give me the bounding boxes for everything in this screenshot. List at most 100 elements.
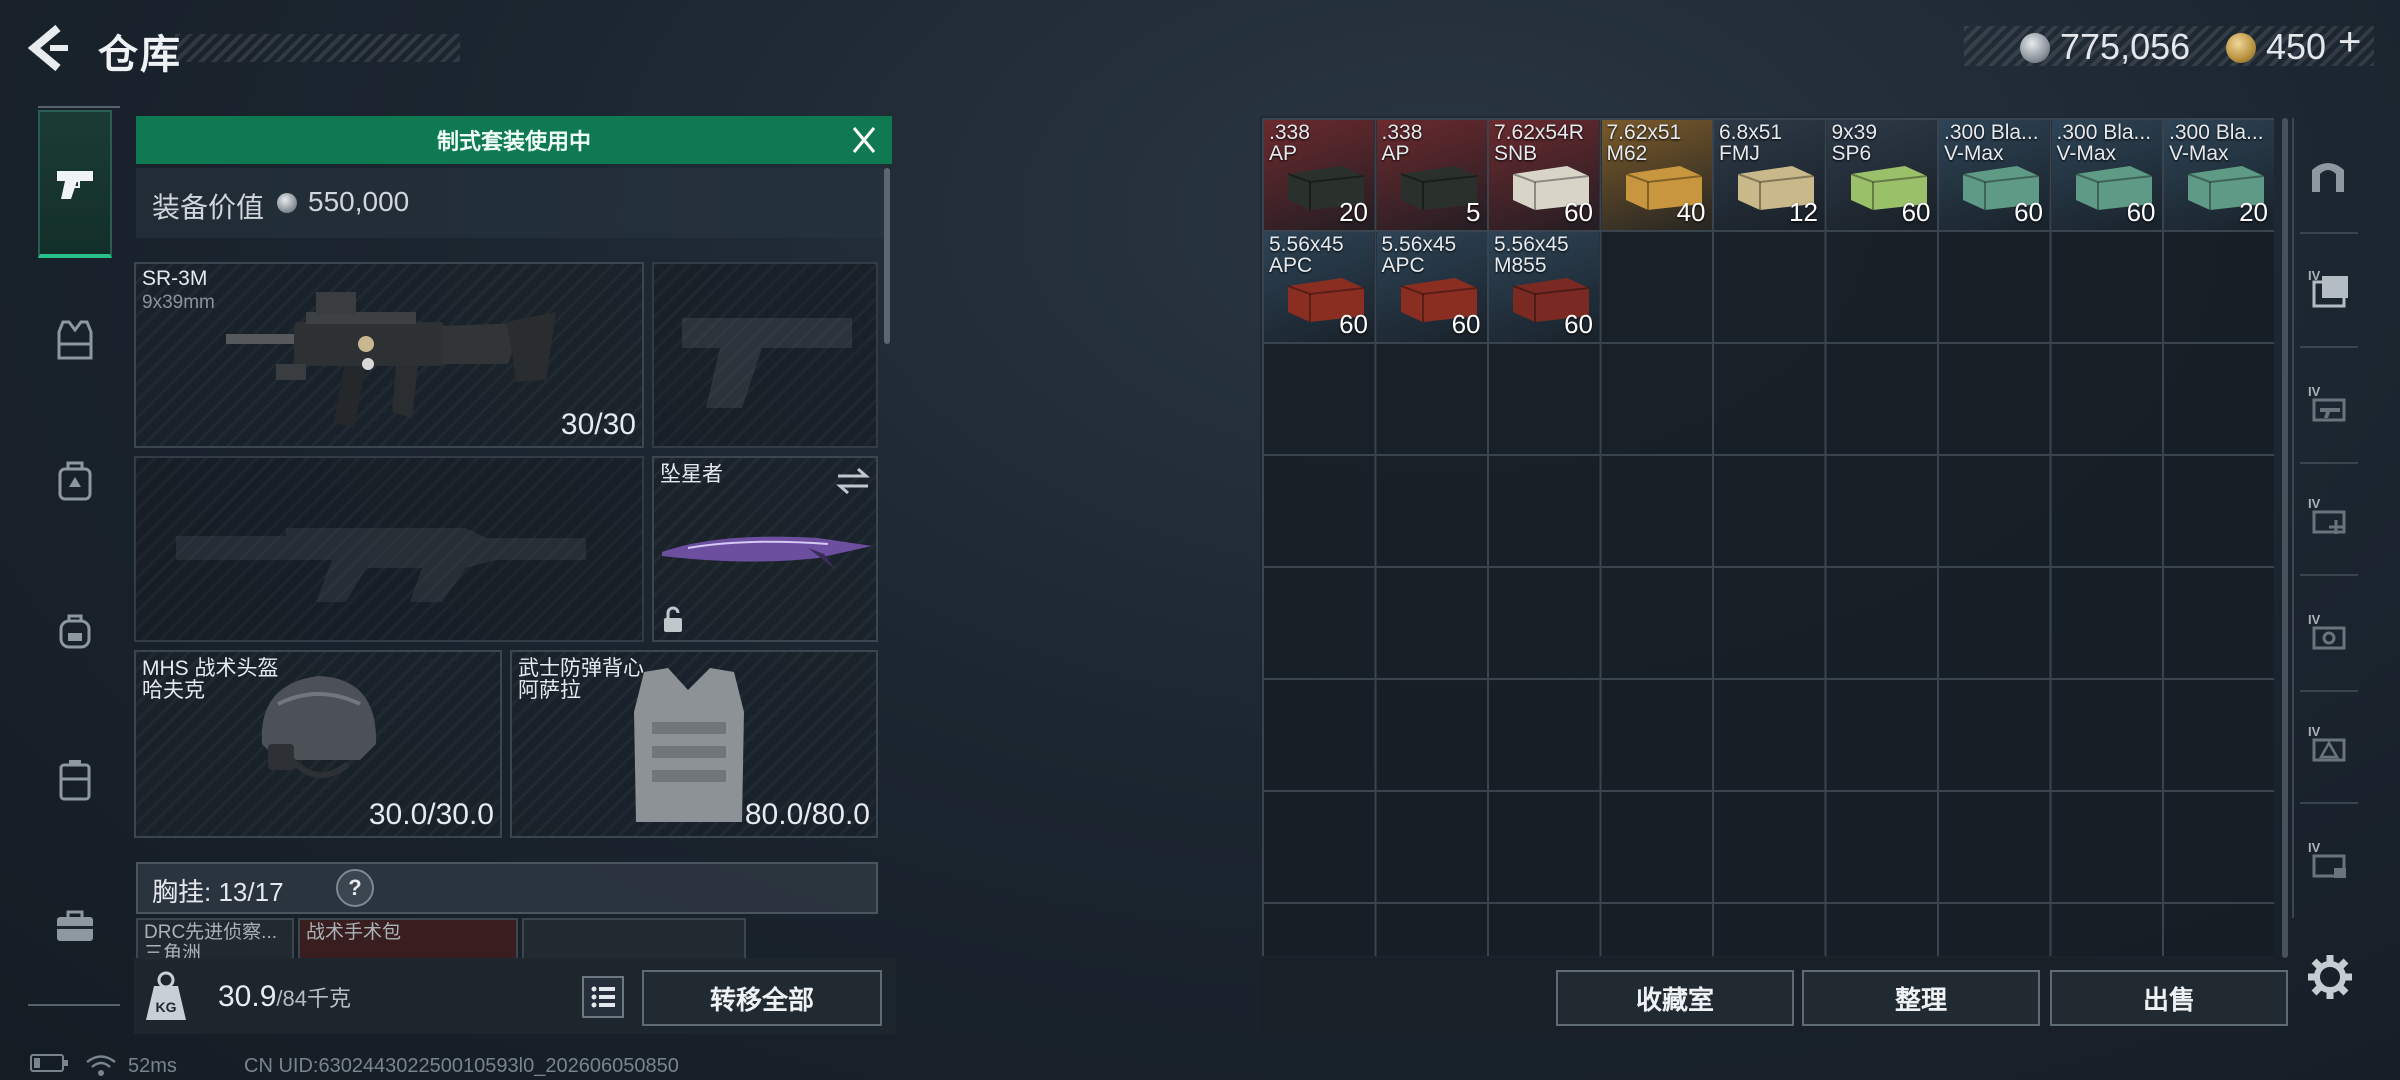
container-icon: [59, 760, 91, 801]
helmet-durability: 30.0/30.0: [368, 798, 494, 831]
storage-item[interactable]: 9x39 SP6 60: [1826, 120, 1937, 230]
armor-durability: 80.0/80.0: [744, 798, 870, 831]
weight-icon: KG: [140, 968, 192, 1024]
right-nav-arch[interactable]: [2296, 136, 2364, 216]
nav-toolbox[interactable]: [38, 866, 112, 986]
storage-item[interactable]: .338 AP 20: [1264, 120, 1374, 230]
item-count: 60: [2014, 197, 2043, 227]
item-name: 5.56x45 M855: [1494, 234, 1569, 276]
item-caliber: 5.56x45: [1269, 233, 1344, 256]
collection-room-button[interactable]: 收藏室: [1556, 970, 1794, 1026]
storage-item[interactable]: 6.8x51 FMJ 12: [1714, 120, 1824, 230]
right-nav-storage-2[interactable]: IV: [2296, 366, 2364, 446]
right-nav-divider: [2300, 462, 2358, 464]
weight-display: 30.9/84千克: [218, 980, 351, 1014]
arch-icon: [2312, 163, 2344, 192]
pouch-item[interactable]: DRC先进侦察... 三角洲: [136, 918, 294, 960]
right-nav-storage-5[interactable]: IV: [2296, 706, 2364, 786]
preset-banner-text: 制式套装使用中: [436, 129, 591, 154]
rifle-silhouette-icon: [176, 528, 586, 602]
silver-coin-icon: [2020, 33, 2050, 63]
helmet-icon: [261, 676, 377, 779]
storage-item[interactable]: .300 Bla... V-Max 20: [2164, 120, 2274, 230]
user-uid: CN UID:630244302250010593l0_202606050850: [244, 1055, 679, 1077]
primary-weapon-slot[interactable]: SR-3M 9x39mm 30/30: [134, 262, 644, 448]
settings-button[interactable]: [2305, 952, 2355, 1002]
body-armor-icon: [634, 668, 744, 822]
item-count: 20: [1339, 197, 1368, 227]
close-icon: [852, 127, 876, 153]
weapon-ammo: 30/30: [560, 408, 636, 441]
item-type: FMJ: [1719, 142, 1760, 165]
nav-weapon[interactable]: [38, 110, 112, 258]
storage-item[interactable]: .338 AP 5: [1376, 120, 1487, 230]
nav-rig[interactable]: [38, 420, 112, 540]
item-type: V-Max: [1944, 142, 2004, 165]
item-count: 60: [2126, 197, 2156, 227]
nav-case[interactable]: [38, 720, 112, 840]
toolbox-icon: [57, 910, 93, 941]
sidearm-slot[interactable]: [652, 262, 878, 448]
melee-slot[interactable]: 坠星者: [652, 456, 878, 642]
crate-gun-icon: IV: [2308, 384, 2346, 422]
chest-rig-label: 胸挂: 13/17: [152, 872, 284, 909]
pouch-item[interactable]: 战术手术包: [298, 918, 518, 960]
right-nav-storage-1[interactable]: IV: [2296, 250, 2364, 330]
right-nav-storage-6[interactable]: IV: [2296, 822, 2364, 902]
swap-icon[interactable]: [836, 466, 870, 496]
item-type: SP6: [1831, 142, 1872, 165]
pouch-item-empty[interactable]: [522, 918, 746, 960]
weight-max: /84千克: [276, 986, 351, 1011]
preset-banner: 制式套装使用中: [136, 116, 892, 164]
sell-button[interactable]: 出售: [2050, 970, 2288, 1026]
transfer-all-button[interactable]: 转移全部: [642, 970, 882, 1026]
svg-text:IV: IV: [2308, 724, 2321, 739]
storage-item[interactable]: 5.56x45 M855 60: [1489, 232, 1599, 342]
page-title: 仓库: [98, 33, 182, 77]
loadout-scrollbar[interactable]: [884, 168, 890, 344]
item-type: APC: [1381, 254, 1425, 277]
right-nav-divider: [2300, 690, 2358, 692]
currency-secondary: 450: [2266, 26, 2327, 67]
item-type: SNB: [1494, 142, 1538, 165]
secondary-weapon-slot[interactable]: [134, 456, 644, 642]
storage-item[interactable]: 5.56x45 APC 60: [1376, 232, 1487, 342]
item-name: .300 Bla... V-Max: [2169, 122, 2264, 164]
right-nav-divider: [2300, 802, 2358, 804]
banner-close-button[interactable]: [846, 124, 882, 156]
storage-item[interactable]: 5.56x45 APC 60: [1264, 232, 1374, 342]
item-caliber: 5.56x45: [1494, 233, 1569, 256]
item-count: 60: [1451, 309, 1481, 339]
item-caliber: .338: [1269, 121, 1310, 144]
storage-scrollbar[interactable]: [2282, 118, 2288, 958]
storage-item[interactable]: 7.62x51 M62 40: [1601, 120, 1712, 230]
item-count: 12: [1789, 197, 1818, 227]
svg-text:KG: KG: [156, 999, 177, 1015]
pistol-icon: [57, 171, 93, 199]
sort-button[interactable]: 整理: [1802, 970, 2040, 1026]
list-view-button[interactable]: [582, 976, 624, 1018]
pouch-name: DRC先进侦察...: [144, 922, 278, 943]
right-nav-storage-3[interactable]: IV: [2296, 478, 2364, 558]
right-nav-storage-4[interactable]: IV: [2296, 594, 2364, 674]
currency-primary: 775,056: [2060, 26, 2191, 67]
wifi-icon: [84, 1053, 118, 1077]
storage-item[interactable]: .300 Bla... V-Max 60: [1939, 120, 2049, 230]
add-currency-button[interactable]: +: [2338, 20, 2361, 65]
nav-armor[interactable]: [38, 280, 112, 400]
chest-rig-icon: [58, 461, 92, 501]
helmet-slot[interactable]: MHS 战术头盔 哈夫克 30.0/30.0: [134, 650, 502, 838]
vest-icon: [57, 320, 93, 360]
storage-item[interactable]: .300 Bla... V-Max 60: [2051, 120, 2162, 230]
back-button[interactable]: [28, 24, 72, 72]
armor-slot[interactable]: 武士防弹背心 阿萨拉 80.0/80.0: [510, 650, 878, 838]
nav-divider: [28, 1004, 120, 1006]
help-button[interactable]: ?: [336, 869, 374, 907]
item-caliber: .300 Bla...: [2169, 121, 2264, 144]
nav-divider: [38, 106, 120, 108]
item-name: .300 Bla... V-Max: [2057, 122, 2152, 164]
storage-item[interactable]: 7.62x54R SNB 60: [1489, 120, 1599, 230]
title-decoration: [175, 34, 460, 62]
nav-backpack[interactable]: [38, 570, 112, 690]
item-type: V-Max: [2056, 142, 2117, 165]
